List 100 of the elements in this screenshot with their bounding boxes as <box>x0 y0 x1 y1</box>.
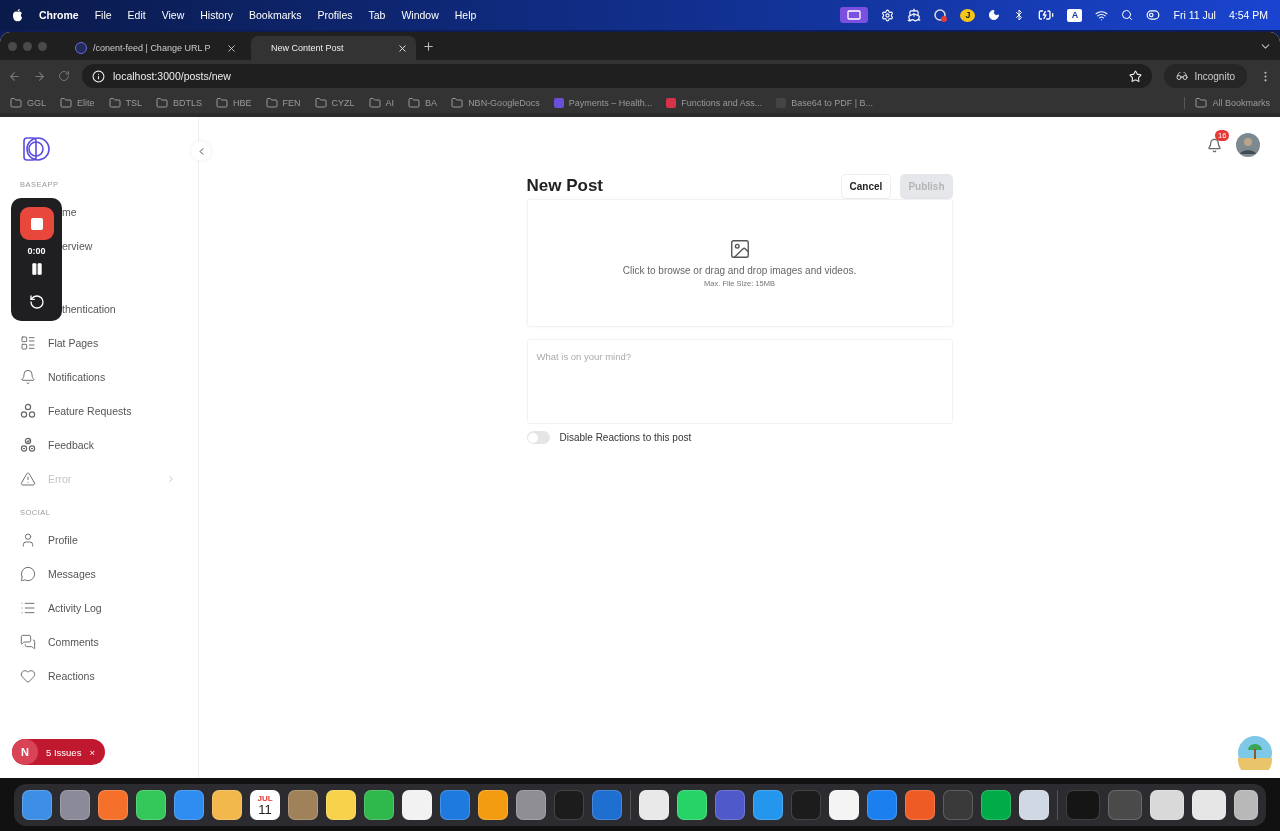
bookmark[interactable]: Payments – Health... <box>553 97 653 108</box>
window-thumbnail[interactable] <box>1150 789 1184 820</box>
input-source[interactable]: A <box>1067 8 1083 22</box>
menubar-time[interactable]: 4:54 PM <box>1228 9 1268 21</box>
sidebar-item[interactable]: Feedback <box>0 428 198 462</box>
pause-icon[interactable] <box>29 262 44 276</box>
cancel-button[interactable]: Cancel <box>840 173 892 199</box>
app-icon[interactable] <box>981 789 1011 820</box>
sidebar-item[interactable]: Reactions <box>0 659 198 693</box>
window-thumbnail[interactable] <box>1108 789 1142 820</box>
whale-icon[interactable] <box>907 8 922 22</box>
bookmark[interactable]: Base64 to PDF | B... <box>776 97 874 108</box>
app-icon[interactable] <box>326 789 356 820</box>
app-menu[interactable]: Chrome <box>39 9 79 21</box>
menu-item[interactable]: Bookmarks <box>248 9 302 21</box>
bookmark[interactable]: BDTLS <box>156 96 203 109</box>
image-icon <box>728 238 751 260</box>
app-icon[interactable] <box>478 789 508 820</box>
app-icon[interactable] <box>753 789 783 820</box>
bookmark[interactable]: AI <box>368 96 395 109</box>
app-icon[interactable] <box>1019 789 1049 820</box>
screen-share-icon[interactable] <box>840 7 869 23</box>
app-icon[interactable] <box>22 789 52 820</box>
app-icon[interactable] <box>60 789 90 820</box>
issues-label: 5 Issues <box>46 746 82 758</box>
folder-icon <box>108 96 121 109</box>
bell-icon[interactable] <box>1207 137 1222 153</box>
search-icon[interactable] <box>1121 9 1134 21</box>
sidebar-item[interactable]: thentication <box>62 292 198 326</box>
record-status-icon[interactable] <box>934 8 948 22</box>
menu-item[interactable]: Edit <box>127 9 146 21</box>
moon-icon[interactable] <box>988 9 1001 21</box>
back-icon[interactable] <box>8 69 21 83</box>
avatar[interactable] <box>1236 133 1260 157</box>
app-icon[interactable] <box>402 789 432 820</box>
issues-badge[interactable]: N 5 Issues × <box>12 739 105 765</box>
menu-item[interactable]: File <box>94 9 112 21</box>
profile-button[interactable]: Incognito <box>1164 64 1247 88</box>
bookmark[interactable]: TSL <box>108 96 143 109</box>
post-text-field[interactable]: What is on your mind? <box>526 339 953 424</box>
menubar-date[interactable]: Fri 11 Jul <box>1173 9 1216 21</box>
address-bar[interactable]: localhost:3000/posts/new <box>82 64 1153 88</box>
app-icon[interactable] <box>136 789 166 820</box>
bookmark[interactable]: Functions and Ass... <box>666 97 763 108</box>
app-icon[interactable] <box>98 789 128 820</box>
app-icon[interactable] <box>364 789 394 820</box>
restart-icon[interactable] <box>28 294 45 310</box>
sidebar-item[interactable]: Messages <box>0 557 198 591</box>
menu-item[interactable]: View <box>161 9 185 21</box>
logo[interactable] <box>22 135 52 163</box>
close-icon[interactable] <box>226 42 237 54</box>
bookmark[interactable]: Elite <box>60 96 95 109</box>
all-bookmarks[interactable]: All Bookmarks <box>1184 96 1270 109</box>
user-badge[interactable]: J <box>960 8 976 22</box>
sidebar-item[interactable]: Notifications <box>0 360 198 394</box>
menu-item[interactable]: Tab <box>368 9 386 21</box>
app-icon[interactable] <box>677 789 707 820</box>
app-icon[interactable] <box>829 789 859 820</box>
bookmark[interactable]: FEN <box>265 96 301 109</box>
app-icon[interactable] <box>212 789 242 820</box>
window-thumbnail[interactable] <box>1066 789 1100 820</box>
apple-logo-icon[interactable] <box>12 8 23 22</box>
menu-item[interactable]: Window <box>401 9 439 21</box>
bookmark[interactable]: NBN-GoogleDocs <box>451 96 540 109</box>
control-center-icon[interactable] <box>1146 8 1161 22</box>
close-icon[interactable]: × <box>89 746 95 758</box>
bookmark[interactable]: BA <box>408 96 438 109</box>
menu-item[interactable]: Profiles <box>317 9 353 21</box>
menu-item[interactable]: Help <box>454 9 477 21</box>
sidebar-item[interactable]: Feature Requests <box>0 394 198 428</box>
forward-icon[interactable] <box>33 69 46 83</box>
app-icon[interactable] <box>516 789 546 820</box>
sidebar-item[interactable]: Comments <box>0 625 198 659</box>
menu-item[interactable]: History <box>200 9 233 21</box>
sidebar-item[interactable]: Activity Log <box>0 591 198 625</box>
document-list-icon <box>20 335 36 351</box>
sidebar-item[interactable]: me <box>62 195 198 229</box>
settings-icon[interactable] <box>881 8 895 22</box>
reload-icon[interactable] <box>58 70 70 82</box>
sidebar-item[interactable]: erview <box>62 229 198 263</box>
sidebar-item[interactable]: Profile <box>0 523 198 557</box>
stop-button[interactable] <box>19 207 54 240</box>
trash-icon[interactable] <box>1234 789 1258 820</box>
window-thumbnail[interactable] <box>1192 789 1226 820</box>
browser-tab[interactable]: New Content Post <box>251 36 416 60</box>
reactions-toggle[interactable] <box>526 431 550 444</box>
browser-tab[interactable]: /conent-feed | Change URL P <box>67 36 245 60</box>
bookmark[interactable]: HBE <box>216 96 252 109</box>
new-tab-icon[interactable] <box>422 39 435 53</box>
bookmark[interactable]: GGL <box>10 96 46 109</box>
app-icon[interactable] <box>639 789 669 820</box>
close-icon[interactable] <box>397 42 408 54</box>
sidebar-item[interactable]: Flat Pages <box>0 326 198 360</box>
bookmark[interactable]: CYZL <box>314 96 355 109</box>
floating-app-icon[interactable] <box>1238 736 1272 770</box>
battery-icon[interactable] <box>1038 7 1055 23</box>
calendar-app-icon[interactable]: JUL 11 <box>250 789 280 820</box>
star-icon[interactable] <box>1129 69 1143 83</box>
info-icon[interactable] <box>92 69 105 83</box>
wifi-icon[interactable] <box>1095 8 1109 22</box>
